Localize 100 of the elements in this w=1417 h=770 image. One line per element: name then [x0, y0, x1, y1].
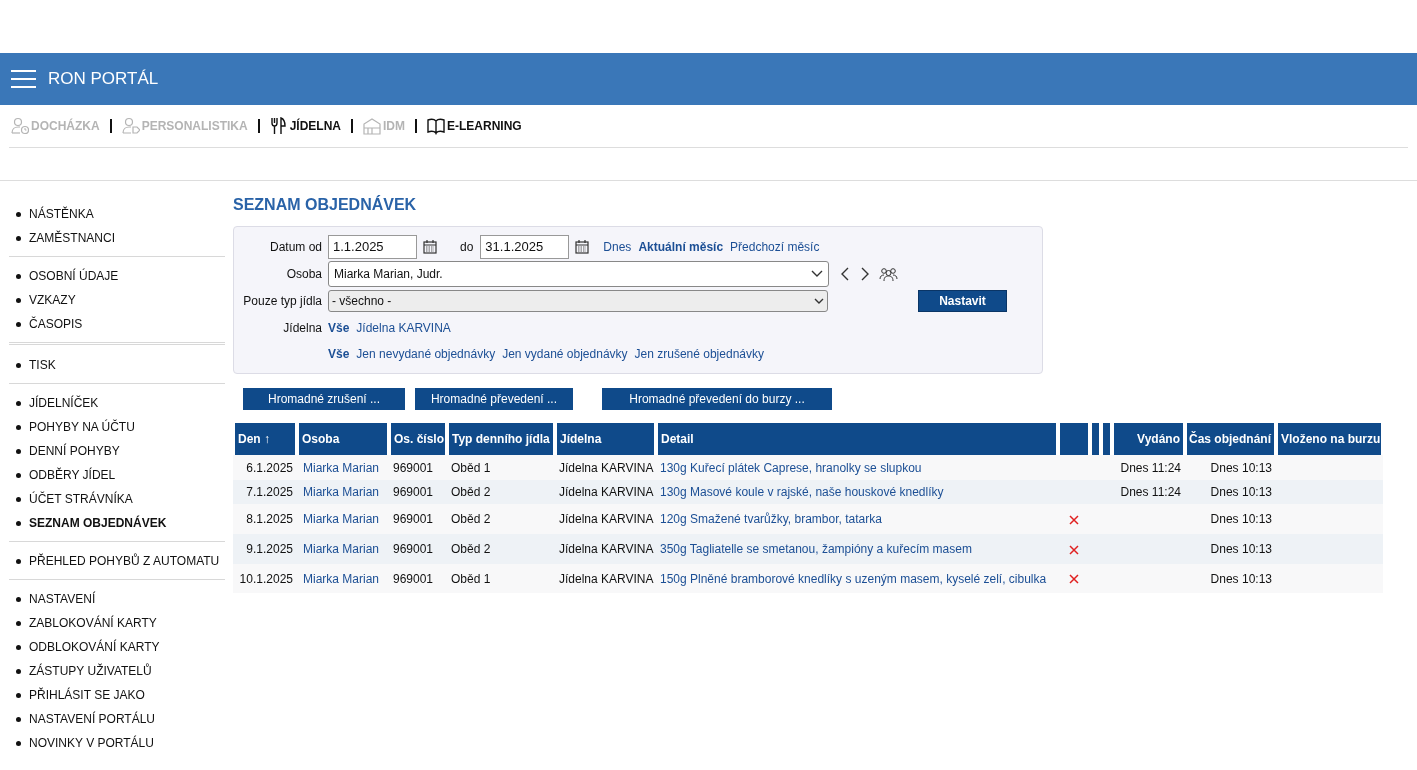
column-header[interactable]	[1058, 423, 1090, 455]
bullet-icon	[16, 740, 21, 746]
table-cell: Dnes 10:13	[1210, 571, 1272, 586]
app-title: RON PORTÁL	[48, 68, 159, 91]
bullet-icon	[16, 235, 21, 241]
date-field[interactable]: 31.1.2025	[480, 234, 570, 259]
action-button[interactable]: Hromadné převedení do burzy ...	[602, 388, 832, 410]
sidebar-item[interactable]: ODBĚRY JÍDEL	[29, 466, 116, 484]
field-label: Jídelna	[282, 319, 323, 337]
bullet-icon	[16, 400, 21, 406]
date-field[interactable]: 1.1.2025	[328, 234, 417, 259]
period-link[interactable]: Dnes	[603, 237, 632, 256]
person-link[interactable]: Miarka Marian	[301, 542, 380, 556]
sidebar-item[interactable]: PŘIHLÁSIT SE JAKO	[29, 686, 145, 704]
column-header[interactable]	[1101, 423, 1112, 455]
table-cell: Oběd 1	[451, 571, 491, 586]
sidebar-item[interactable]: JÍDELNÍČEK	[29, 394, 99, 412]
table-cell: Dnes 11:24	[1120, 460, 1181, 475]
module-link[interactable]: JÍDELNA	[269, 117, 342, 135]
table-cell: Oběd 2	[451, 512, 491, 526]
table-cell: Dnes 10:13	[1210, 512, 1272, 526]
sidebar-item[interactable]: NÁSTĚNKA	[29, 205, 94, 223]
filter-link[interactable]: Vše	[328, 344, 350, 363]
detail-link[interactable]: 130g Masové koule v rajské, naše houskové knedlíky	[660, 485, 944, 499]
apply-button[interactable]: Nastavit	[918, 290, 1007, 312]
calendar-icon[interactable]	[575, 239, 590, 254]
sidebar-item[interactable]: NASTAVENÍ	[29, 590, 96, 608]
sidebar-item[interactable]: ZÁSTUPY UŽIVATELŮ	[29, 662, 152, 680]
column-header[interactable]: Detail	[656, 423, 1058, 455]
person-link[interactable]: Miarka Marian	[301, 460, 380, 475]
meal-type-select[interactable]: - všechno -	[328, 290, 828, 312]
sidebar-item[interactable]: NOVINKY V PORTÁLU	[29, 734, 154, 752]
table-row[interactable]: 7.1.2025 Miarka Marian 969001 Oběd 2 Jídelna KARVINA 130g Masové koule v rajské, naše houskové knedlíky Dnes 11:24 Dnes 10:13	[233, 480, 1383, 504]
bullet-icon	[16, 692, 21, 698]
column-header[interactable]: Jídelna	[555, 423, 656, 455]
column-header[interactable]	[1090, 423, 1101, 455]
filter-link[interactable]: Jen zrušené objednávky	[634, 344, 764, 363]
sidebar-item[interactable]: POHYBY NA ÚČTU	[29, 418, 135, 436]
chevron-right-icon[interactable]	[861, 266, 869, 281]
sidebar-item[interactable]: OSOBNÍ ÚDAJE	[29, 267, 119, 285]
sidebar-item[interactable]: ZAMĚSTNANCI	[29, 229, 115, 247]
sidebar-item[interactable]: DENNÍ POHYBY	[29, 442, 120, 460]
bullet-icon	[16, 424, 21, 430]
action-button[interactable]: Hromadné převedení ...	[415, 388, 573, 410]
column-header[interactable]: Den ↑	[233, 423, 297, 455]
action-button[interactable]: Hromadné zrušení ...	[243, 388, 405, 410]
table-row[interactable]: 9.1.2025 Miarka Marian 969001 Oběd 2 Jídelna KARVINA 350g Tagliatelle se smetanou, žampióny a kuřecím masem Dnes 10:13	[233, 534, 1383, 564]
bullet-icon	[16, 297, 21, 303]
sidebar-item[interactable]: ÚČET STRÁVNÍKA	[29, 490, 133, 508]
person-link[interactable]: Miarka Marian	[301, 485, 380, 499]
table-cell: 969001	[393, 485, 434, 499]
sidebar-item[interactable]: PŘEHLED POHYBŮ Z AUTOMATU	[29, 552, 220, 570]
chevron-down-icon	[814, 297, 824, 305]
sidebar-item[interactable]: ZABLOKOVÁNÍ KARTY	[29, 614, 157, 632]
column-header[interactable]: Čas objednání	[1185, 423, 1276, 455]
detail-link[interactable]: 150g Plněné bramborové knedlíky s uzeným masem, kyselé zelí, cibulka	[660, 571, 1047, 586]
column-header[interactable]: Vloženo na burzu	[1276, 423, 1383, 455]
bullet-icon	[16, 362, 21, 368]
divider-bar-icon	[351, 119, 354, 133]
column-header[interactable]: Vydáno	[1112, 423, 1185, 455]
people-group-icon[interactable]	[879, 266, 898, 281]
table-row[interactable]: 6.1.2025 Miarka Marian 969001 Oběd 1 Jídelna KARVINA 130g Kuřecí plátek Caprese, hranolky se slupkou Dnes 11:24 Dnes 10:13	[233, 455, 1383, 480]
sidebar-item[interactable]: ODBLOKOVÁNÍ KARTY	[29, 638, 160, 656]
menu-icon[interactable]	[11, 69, 36, 89]
column-header[interactable]: Typ denního jídla	[447, 423, 555, 455]
period-link[interactable]: Předchozí měsíc	[730, 237, 820, 256]
bullet-icon	[16, 448, 21, 454]
chevron-down-icon	[811, 269, 823, 278]
sidebar-item[interactable]: ČASOPIS	[29, 315, 83, 333]
sidebar-item[interactable]: NASTAVENÍ PORTÁLU	[29, 710, 156, 728]
filter-link[interactable]: Jen nevydané objednávky	[356, 344, 496, 363]
field-label: do	[460, 238, 474, 256]
module-link[interactable]: E-LEARNING	[427, 117, 522, 135]
table-cell: Jídelna KARVINA	[559, 571, 654, 586]
person-select[interactable]: Miarka Marian, Judr.	[328, 260, 829, 287]
detail-link[interactable]: 350g Tagliatelle se smetanou, žampióny a kuřecím masem	[660, 542, 972, 556]
detail-link[interactable]: 120g Smažené tvarůžky, brambor, tatarka	[660, 512, 882, 526]
column-header[interactable]: Os. číslo	[389, 423, 447, 455]
bullet-icon	[16, 620, 21, 626]
calendar-icon[interactable]	[423, 239, 437, 254]
period-link[interactable]: Aktuální měsíc	[638, 237, 724, 256]
filter-link[interactable]: Jídelna KARVINA	[356, 318, 451, 337]
sidebar-item[interactable]: SEZNAM OBJEDNÁVEK	[29, 514, 167, 532]
sidebar-item[interactable]: TISK	[29, 356, 56, 374]
person-link[interactable]: Miarka Marian	[301, 512, 380, 526]
person-link[interactable]: Miarka Marian	[301, 571, 380, 586]
chevron-left-icon[interactable]	[841, 266, 849, 281]
detail-link[interactable]: 130g Kuřecí plátek Caprese, hranolky se slupkou	[660, 460, 922, 475]
sidebar-item[interactable]: VZKAZY	[29, 291, 76, 309]
column-header[interactable]: Osoba	[297, 423, 389, 455]
table-row[interactable]: 8.1.2025 Miarka Marian 969001 Oběd 2 Jídelna KARVINA 120g Smažené tvarůžky, brambor, tatarka Dnes 10:13	[233, 504, 1383, 534]
table-cell: Jídelna KARVINA	[559, 542, 654, 556]
filter-link[interactable]: Jen vydané objednávky	[502, 344, 628, 363]
table-cell: 7.1.2025	[246, 485, 293, 499]
table-row[interactable]: 10.1.2025 Miarka Marian 969001 Oběd 1 Jídelna KARVINA 150g Plněné bramborové knedlíky s uzeným masem, kyselé zelí, cibulka Dnes 10:13	[233, 564, 1383, 593]
bullet-icon	[16, 644, 21, 650]
filter-link[interactable]: Vše	[328, 318, 350, 337]
field-label: Pouze typ jídla	[242, 293, 323, 310]
page-title: SEZNAM OBJEDNÁVEK	[233, 194, 418, 215]
book-icon	[427, 117, 446, 135]
